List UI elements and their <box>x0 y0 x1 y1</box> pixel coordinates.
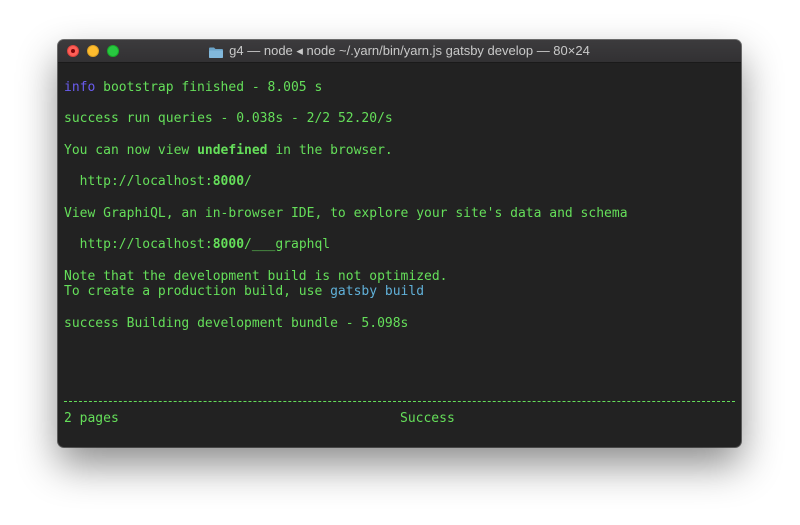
output-line-queries: success run queries - 0.038s - 2/2 52.20… <box>64 111 393 127</box>
url-path: / <box>244 174 252 189</box>
status-divider <box>64 401 735 402</box>
success-prefix: success <box>64 111 119 126</box>
output-line-bundle: success Building development bundle - 5.… <box>64 316 408 332</box>
bootstrap-message: bootstrap finished - 8.005 s <box>95 80 323 95</box>
folder-icon <box>209 46 224 58</box>
info-prefix: info <box>64 80 96 95</box>
pages-count: 2 pages <box>64 411 119 426</box>
title-bar[interactable]: g4 — node ◂ node ~/.yarn/bin/yarn.js gat… <box>58 40 741 63</box>
terminal-output[interactable]: info bootstrap finished - 8.005 s succes… <box>64 80 735 447</box>
queries-message: run queries - 0.038s - 2/2 52.20/s <box>118 111 393 126</box>
url-port: 8000 <box>212 174 245 189</box>
graphql-url-path: /___graphql <box>244 237 331 252</box>
production-message: To create a production build, use <box>64 284 331 299</box>
status-state: Success <box>400 411 455 427</box>
output-line-note: Note that the development build is not o… <box>64 269 448 285</box>
graphiql-message: View GraphiQL, an in-browser IDE, to exp… <box>64 206 628 221</box>
gatsby-build-command: gatsby build <box>330 284 425 299</box>
undefined-text: undefined <box>197 143 268 158</box>
url-host: http://localhost: <box>64 174 213 189</box>
window-title-area: g4 — node ◂ node ~/.yarn/bin/yarn.js gat… <box>58 40 741 62</box>
terminal-window: g4 — node ◂ node ~/.yarn/bin/yarn.js gat… <box>58 40 741 447</box>
localhost-url[interactable]: http://localhost:8000/ <box>64 174 252 190</box>
output-line-production: To create a production build, use gatsby… <box>64 284 424 300</box>
bundle-message: Building development bundle - 5.098s <box>118 316 409 331</box>
view-text-c: in the browser. <box>267 143 393 158</box>
output-line-view: You can now view undefined in the browse… <box>64 143 393 159</box>
graphql-url[interactable]: http://localhost:8000/___graphql <box>64 237 330 253</box>
graphql-url-port: 8000 <box>212 237 245 252</box>
success-prefix: success <box>64 316 119 331</box>
output-line-graphiql: View GraphiQL, an in-browser IDE, to exp… <box>64 206 628 222</box>
graphql-url-host: http://localhost: <box>64 237 213 252</box>
output-line-bootstrap: info bootstrap finished - 8.005 s <box>64 80 322 96</box>
build-status: Success <box>400 411 455 426</box>
note-message: Note that the development build is not o… <box>64 269 448 284</box>
window-title: g4 — node ◂ node ~/.yarn/bin/yarn.js gat… <box>229 43 590 58</box>
view-text-a: You can now view <box>64 143 198 158</box>
status-pages: 2 pages <box>64 411 119 427</box>
